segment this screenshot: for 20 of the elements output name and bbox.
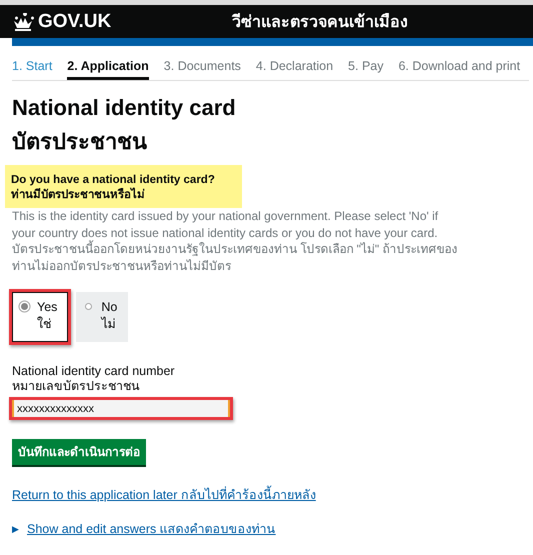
id-number-field[interactable]: xxxxxxxxxxxxxx: [12, 400, 230, 417]
step-tab[interactable]: 5. Pay: [348, 56, 384, 80]
return-link[interactable]: Return to this application later กลับไปที่คำร้องนี้ภายหลัง: [12, 485, 521, 505]
step-tab[interactable]: 3. Documents: [164, 56, 241, 80]
expand-toggle[interactable]: ▶: [12, 524, 19, 534]
hint-text: This is the identity card issued by your national government. Please select 'No' if your country does not issue national identity cards or you do not have your card. บัตรประชาชนนี้ออกโดยหน่วยงานรัฐในประเทศของท่าน โปรดเลือก "ไม่" ถ้าประเทศของท่านไม่ออกบัตรประชาชนหรือท่านไม่มีบัตร: [12, 208, 459, 274]
service-title: วีซ่าและตรวจคนเข้าเมือง: [232, 11, 408, 33]
step-tab[interactable]: 1. Start: [12, 56, 52, 80]
step-tab[interactable]: 2. Application: [67, 56, 149, 80]
site-logo[interactable]: GOV.UK: [38, 10, 112, 32]
field-label: National identity card number หมายเลขบัตรประชาชน: [12, 364, 176, 394]
page-heading: National identity card บัตรประชาชน: [12, 94, 237, 156]
step-tab[interactable]: 6. Download and print: [398, 56, 520, 80]
step-tab[interactable]: 4. Declaration: [256, 56, 334, 80]
radio-option[interactable]: No ไม่: [76, 292, 128, 342]
save-continue-button[interactable]: บันทึกและดำเนินการต่อ: [12, 439, 146, 465]
question-label: Do you have a national identity card? ท่านมีบัตรประชาชนหรือไม่: [5, 165, 242, 208]
radio-option[interactable]: Yes ใช่: [12, 292, 68, 342]
crown-icon: [12, 12, 34, 30]
details-link[interactable]: Show and edit answers แสดงคำตอบของท่าน: [27, 519, 276, 539]
